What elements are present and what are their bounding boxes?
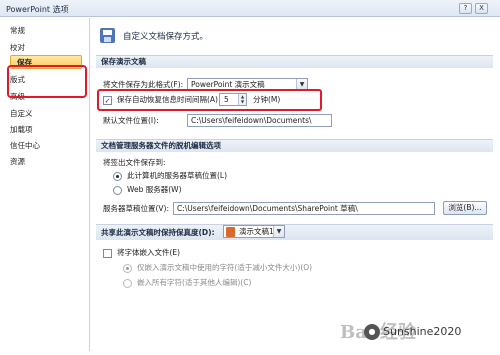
radio-web-server-label: Web 服务器(W) (127, 185, 182, 194)
browse-button[interactable]: 浏览(B)... (443, 201, 487, 215)
watermark-text: Sunshine2020 (383, 325, 462, 338)
radio-local-drafts[interactable] (113, 172, 122, 181)
options-sidebar: 常规 校对 保存 版式 高级 自定义 加载项 信任中心 资源 (4, 18, 90, 351)
window-title: PowerPoint 选项 (6, 5, 69, 14)
radio-embed-used[interactable] (123, 264, 132, 273)
drafts-location-field[interactable]: C:\Users\feifeidown\Documents\SharePoint… (173, 202, 435, 215)
close-button[interactable]: X (475, 3, 488, 14)
radio-embed-used-label: 仅嵌入演示文稿中使用的字符(适于减小文件大小)(O) (137, 263, 313, 272)
highlight-box-autorecover (97, 89, 322, 111)
embed-fonts-checkbox[interactable] (103, 249, 112, 258)
default-location-label: 默认文件位置(I): (103, 116, 159, 125)
highlight-box-save-tab (7, 65, 87, 98)
section-fidelity: 共享此演示文稿时保持保真度(D): (96, 224, 493, 240)
title-bar: PowerPoint 选项 ? X (0, 0, 500, 17)
radio-embed-all[interactable] (123, 279, 132, 288)
radio-embed-all-label: 嵌入所有字符(适于其他人编辑)(C) (137, 278, 252, 287)
drafts-location-label: 服务器草稿位置(V): (103, 204, 170, 213)
radio-local-drafts-label: 此计算机的服务器草稿位置(L) (127, 171, 228, 180)
sidebar-item-general[interactable]: 常规 (10, 25, 25, 36)
save-disk-icon (100, 28, 115, 43)
sidebar-item-customize[interactable]: 自定义 (10, 108, 33, 119)
presentation-icon (226, 227, 235, 237)
sidebar-item-resources[interactable]: 资源 (10, 156, 25, 167)
embed-fonts-label: 将字体嵌入文件(E) (117, 248, 181, 257)
save-format-value: PowerPoint 演示文稿 (191, 80, 265, 89)
page-heading: 自定义文档保存方式。 (123, 32, 209, 42)
chevron-down-icon: ▼ (273, 226, 284, 237)
help-button[interactable]: ? (459, 3, 472, 14)
default-location-field[interactable]: C:\Users\feifeidown\Documents\ (187, 114, 332, 127)
sidebar-item-proofing[interactable]: 校对 (10, 42, 25, 53)
wechat-icon: ● (364, 324, 380, 340)
fidelity-presentation-select[interactable]: 演示文稿1 ▼ (223, 225, 285, 238)
options-main-panel: 自定义文档保存方式。 保存演示文稿 将文件保存为此格式(F): PowerPoi… (93, 18, 496, 351)
checkout-label: 将签出文件保存到: (103, 158, 166, 167)
fidelity-title: 共享此演示文稿时保持保真度(D): (101, 228, 215, 237)
sidebar-item-trust-center[interactable]: 信任中心 (10, 140, 40, 151)
section-server-files: 文档管理服务器文件的脱机编辑选项 (96, 139, 493, 152)
sidebar-item-addins[interactable]: 加载项 (10, 124, 33, 135)
section-save-presentations: 保存演示文稿 (96, 55, 493, 68)
radio-web-server[interactable] (113, 186, 122, 195)
